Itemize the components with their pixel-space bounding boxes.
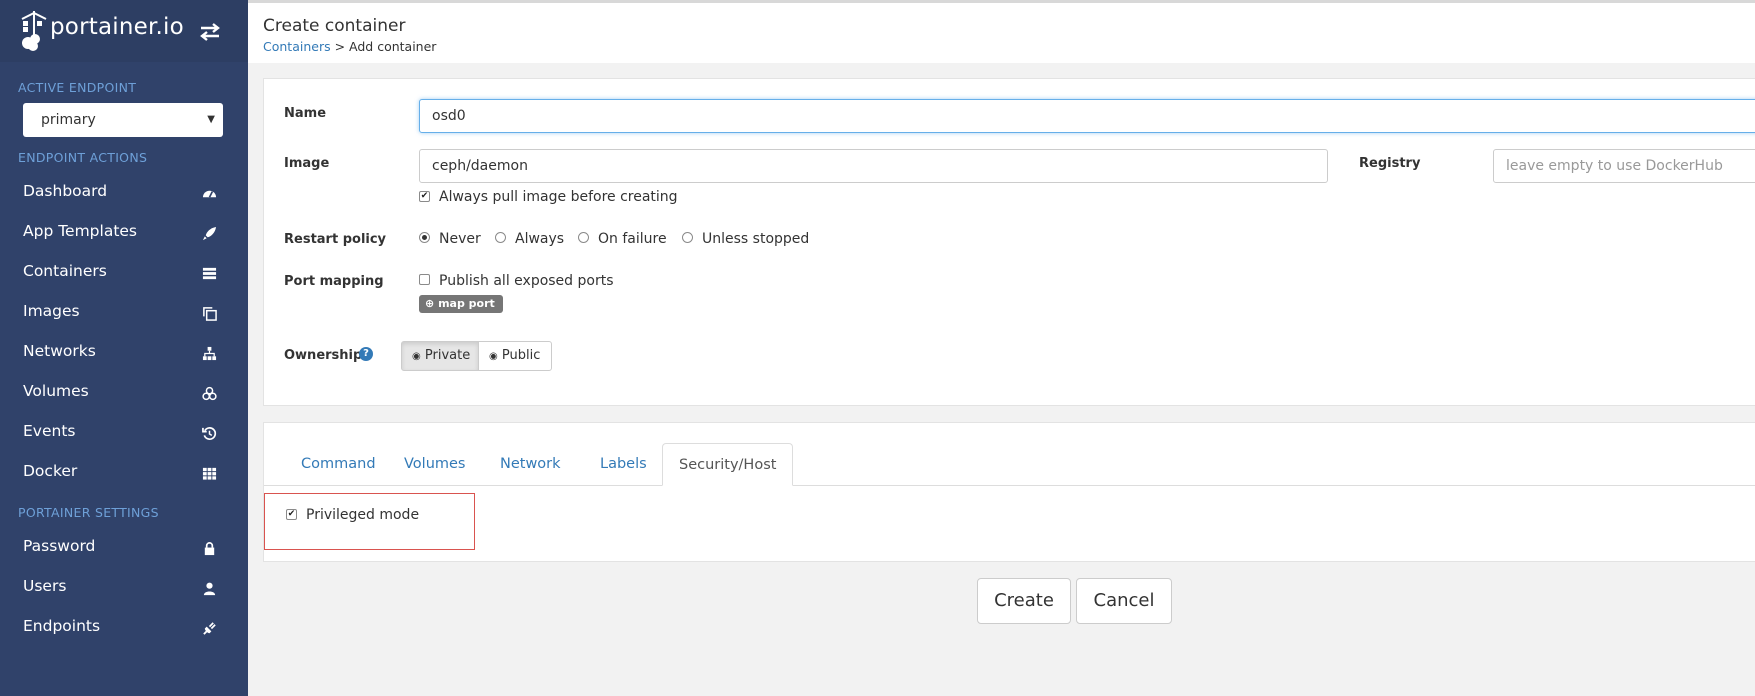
sidebar-item-events[interactable]: Events: [0, 413, 248, 453]
breadcrumb-link-containers[interactable]: Containers: [263, 39, 331, 54]
restart-always-radio[interactable]: [495, 232, 506, 243]
restart-never-radio[interactable]: [419, 232, 430, 243]
map-port-button[interactable]: ⊕ map port: [419, 295, 503, 313]
server-icon: [202, 267, 217, 280]
sidebar-item-label: Networks: [23, 342, 96, 360]
image-label: Image: [284, 156, 330, 171]
sidebar-item-label: Endpoints: [23, 617, 101, 635]
lock-icon: [204, 542, 215, 556]
restart-policy-label: Restart policy: [284, 232, 387, 247]
sidebar-item-users[interactable]: Users: [0, 568, 248, 608]
sidebar-item-endpoints[interactable]: Endpoints: [0, 608, 248, 648]
registry-input[interactable]: leave empty to use DockerHub: [1493, 149, 1755, 183]
clone-icon: [203, 307, 217, 321]
ownership-private-button[interactable]: ◉ Private: [401, 341, 479, 371]
exchange-icon[interactable]: [198, 22, 222, 42]
portainer-settings-heading: PORTAINER SETTINGS: [18, 505, 159, 520]
restart-option-label: Always: [515, 231, 565, 247]
tab-bar: [264, 485, 1755, 486]
name-input[interactable]: osd0: [419, 99, 1755, 133]
container-form-panel: Name osd0 Image ceph/daemon Registry lea…: [263, 78, 1755, 406]
sidebar-item-dashboard[interactable]: Dashboard: [0, 173, 248, 213]
ownership-option-label: Private: [424, 348, 471, 363]
plug-icon: [203, 622, 216, 635]
image-input[interactable]: ceph/daemon: [419, 149, 1328, 183]
restart-option-label: Never: [439, 231, 481, 247]
registry-label: Registry: [1359, 156, 1421, 171]
restart-on-failure-radio[interactable]: [578, 232, 589, 243]
settings-tabs-panel: Command Volumes Network Labels Security/…: [263, 422, 1755, 562]
sitemap-icon: [202, 346, 217, 361]
breadcrumb: Containers > Add container: [263, 39, 436, 54]
user-icon: [203, 582, 216, 596]
history-icon: [202, 427, 217, 440]
ownership-option-label: Public: [501, 348, 541, 363]
brand-name[interactable]: portainer.io: [50, 14, 184, 40]
publish-all-ports-label: Publish all exposed ports: [439, 273, 614, 289]
sidebar-item-app-templates[interactable]: App Templates: [0, 213, 248, 253]
endpoint-select-value: primary: [41, 112, 96, 128]
publish-all-ports-checkbox[interactable]: [419, 274, 430, 285]
eye-slash-icon: ◉: [412, 351, 421, 362]
port-mapping-label: Port mapping: [284, 274, 384, 289]
plus-circle-icon: ⊕: [425, 297, 435, 310]
tab-labels[interactable]: Labels: [584, 443, 663, 485]
sidebar-item-label: Users: [23, 577, 67, 595]
sidebar-item-label: Events: [23, 422, 76, 440]
portainer-logo-icon[interactable]: [20, 9, 48, 53]
help-icon[interactable]: ?: [359, 347, 373, 361]
restart-option-label: Unless stopped: [702, 231, 810, 247]
restart-option-label: On failure: [598, 231, 667, 247]
caret-down-icon: ▼: [207, 114, 215, 125]
sidebar-item-images[interactable]: Images: [0, 293, 248, 333]
tab-volumes[interactable]: Volumes: [388, 443, 481, 485]
rocket-icon: [202, 226, 217, 241]
endpoint-actions-heading: ENDPOINT ACTIONS: [18, 150, 148, 165]
sidebar-item-password[interactable]: Password: [0, 528, 248, 568]
always-pull-label: Always pull image before creating: [439, 189, 678, 205]
tab-network[interactable]: Network: [484, 443, 577, 485]
grid-icon: [202, 467, 217, 480]
breadcrumb-current: > Add container: [330, 39, 437, 54]
sidebar-item-containers[interactable]: Containers: [0, 253, 248, 293]
endpoint-select[interactable]: primary ▼: [23, 103, 223, 137]
page-title: Create container: [263, 16, 406, 36]
sidebar-item-label: Password: [23, 537, 96, 555]
cancel-button[interactable]: Cancel: [1076, 578, 1172, 624]
sidebar-item-docker[interactable]: Docker: [0, 453, 248, 493]
sidebar-item-label: Volumes: [23, 382, 89, 400]
restart-unless-stopped-radio[interactable]: [682, 232, 693, 243]
page-header: Create container Containers > Add contai…: [248, 3, 1755, 63]
dashboard-icon: [202, 190, 217, 198]
active-endpoint-heading: ACTIVE ENDPOINT: [18, 80, 137, 95]
tab-security-host[interactable]: Security/Host: [662, 443, 794, 486]
tab-command[interactable]: Command: [285, 443, 392, 485]
cubes-icon: [202, 386, 217, 401]
sidebar-item-networks[interactable]: Networks: [0, 333, 248, 373]
sidebar-item-label: Images: [23, 302, 80, 320]
sidebar-item-label: App Templates: [23, 222, 138, 240]
sidebar-item-label: Dashboard: [23, 182, 108, 200]
name-label: Name: [284, 106, 327, 121]
ownership-public-button[interactable]: ◉ Public: [478, 341, 552, 371]
sidebar-item-volumes[interactable]: Volumes: [0, 373, 248, 413]
always-pull-checkbox[interactable]: ✔: [419, 191, 430, 202]
privileged-mode-checkbox[interactable]: ✔: [286, 509, 297, 520]
sidebar: portainer.io ACTIVE ENDPOINT primary ▼ E…: [0, 0, 248, 696]
map-port-label: map port: [438, 297, 495, 310]
eye-icon: ◉: [489, 351, 498, 362]
privileged-mode-label: Privileged mode: [306, 507, 420, 523]
create-button[interactable]: Create: [977, 578, 1071, 624]
sidebar-item-label: Docker: [23, 462, 78, 480]
ownership-label: Ownership: [284, 348, 363, 363]
brand-header: portainer.io: [0, 0, 248, 62]
privileged-mode-highlight: ✔ Privileged mode: [264, 493, 475, 550]
sidebar-item-label: Containers: [23, 262, 107, 280]
